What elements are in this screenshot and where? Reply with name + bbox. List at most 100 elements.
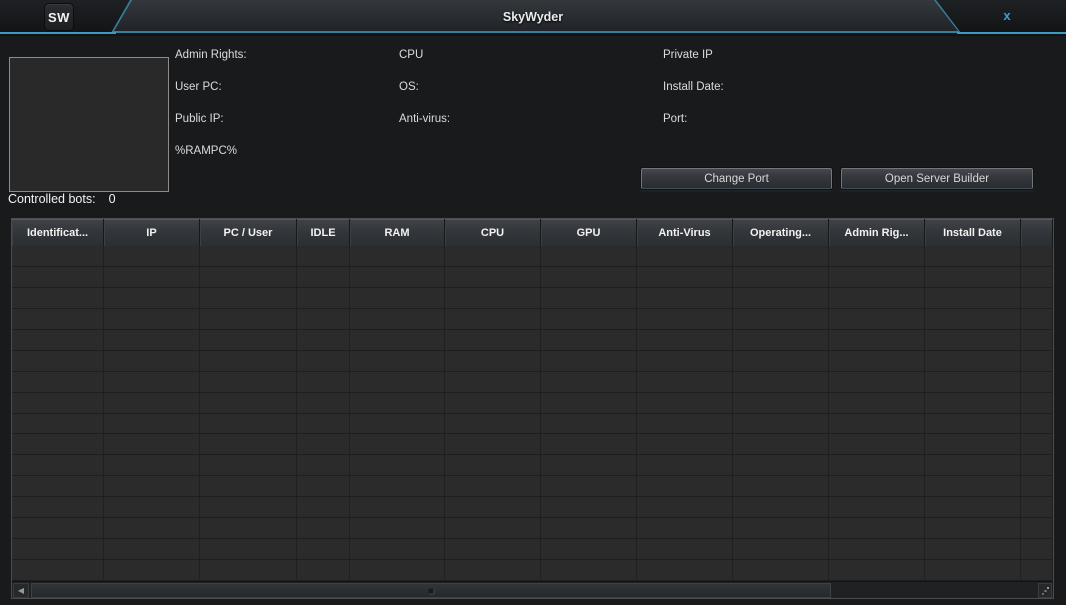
table-cell xyxy=(12,372,104,392)
scroll-thumb[interactable] xyxy=(31,583,831,598)
table-cell xyxy=(104,288,200,308)
header-cell-RAM[interactable]: RAM xyxy=(350,219,445,246)
titlebar[interactable]: SW SkyWyder x xyxy=(0,0,1066,36)
table-cell xyxy=(12,288,104,308)
table-cell xyxy=(1021,539,1053,559)
table-cell xyxy=(445,372,541,392)
table-cell xyxy=(925,330,1021,350)
table-cell xyxy=(541,393,637,413)
table-cell xyxy=(104,560,200,580)
table-cell xyxy=(350,246,445,266)
table-cell xyxy=(104,309,200,329)
table-cell xyxy=(541,330,637,350)
label-admin-rights: Admin Rights: xyxy=(175,49,247,62)
table-cell xyxy=(297,267,350,287)
table-cell xyxy=(733,267,829,287)
table-cell xyxy=(445,434,541,454)
table-cell xyxy=(297,372,350,392)
table-cell xyxy=(12,414,104,434)
header-cell-empty[interactable] xyxy=(1021,219,1053,246)
table-cell xyxy=(925,288,1021,308)
table-cell xyxy=(200,267,297,287)
table-cell xyxy=(829,434,925,454)
table-header: Identificat...IPPC / UserIDLERAMCPUGPUAn… xyxy=(12,219,1053,246)
table-cell xyxy=(350,330,445,350)
header-cell-Admin Rig...[interactable]: Admin Rig... xyxy=(829,219,925,246)
table-cell xyxy=(200,351,297,371)
table-cell xyxy=(445,414,541,434)
table-cell xyxy=(445,455,541,475)
table-cell xyxy=(350,309,445,329)
scroll-resize-grip-icon[interactable] xyxy=(1038,583,1052,598)
horizontal-scrollbar[interactable]: ◀ xyxy=(12,581,1053,598)
header-cell-Install Date[interactable]: Install Date xyxy=(925,219,1021,246)
label-public-ip: Public IP: xyxy=(175,113,224,126)
header-cell-CPU[interactable]: CPU xyxy=(445,219,541,246)
table-cell xyxy=(200,476,297,496)
table-cell xyxy=(733,476,829,496)
table-row xyxy=(12,414,1053,435)
table-row xyxy=(12,330,1053,351)
table-cell xyxy=(200,393,297,413)
header-cell-IDLE[interactable]: IDLE xyxy=(297,219,350,246)
header-cell-Anti-Virus[interactable]: Anti-Virus xyxy=(637,219,733,246)
table-cell xyxy=(733,393,829,413)
table-cell xyxy=(200,309,297,329)
header-cell-PC / User[interactable]: PC / User xyxy=(200,219,297,246)
table-cell xyxy=(12,351,104,371)
table-cell xyxy=(1021,414,1053,434)
table-cell xyxy=(637,267,733,287)
table-cell xyxy=(350,497,445,517)
table-cell xyxy=(297,288,350,308)
scroll-left-button[interactable]: ◀ xyxy=(13,583,29,598)
table-cell xyxy=(829,330,925,350)
header-cell-IP[interactable]: IP xyxy=(104,219,200,246)
table-row xyxy=(12,455,1053,476)
controlled-bots-label: Controlled bots: xyxy=(8,192,96,206)
table-cell xyxy=(200,330,297,350)
screen-preview-box xyxy=(9,57,169,192)
close-button[interactable]: x xyxy=(993,8,1021,28)
table-cell xyxy=(541,288,637,308)
table-cell xyxy=(297,434,350,454)
table-cell xyxy=(297,518,350,538)
table-cell xyxy=(445,476,541,496)
table-row xyxy=(12,351,1053,372)
change-port-button[interactable]: Change Port xyxy=(641,168,832,189)
header-cell-Operating...[interactable]: Operating... xyxy=(733,219,829,246)
table-cell xyxy=(925,455,1021,475)
header-cell-GPU[interactable]: GPU xyxy=(541,219,637,246)
table-cell xyxy=(350,560,445,580)
header-cell-Identificat...[interactable]: Identificat... xyxy=(12,219,104,246)
table-cell xyxy=(829,372,925,392)
label-os: OS: xyxy=(399,81,419,94)
table-cell xyxy=(829,497,925,517)
table-cell xyxy=(104,246,200,266)
table-cell xyxy=(637,330,733,350)
table-cell xyxy=(297,539,350,559)
table-cell xyxy=(541,309,637,329)
table-cell xyxy=(733,434,829,454)
label-port: Port: xyxy=(663,113,687,126)
table-cell xyxy=(1021,330,1053,350)
table-cell xyxy=(350,434,445,454)
label-cpu: CPU xyxy=(399,49,423,62)
table-cell xyxy=(350,539,445,559)
table-cell xyxy=(104,372,200,392)
table-cell xyxy=(541,434,637,454)
table-cell xyxy=(541,518,637,538)
app-window: SW SkyWyder x Controlled bots: 0 Admin R… xyxy=(0,0,1066,605)
table-cell xyxy=(733,414,829,434)
open-server-builder-button[interactable]: Open Server Builder xyxy=(841,168,1033,189)
table-cell xyxy=(541,351,637,371)
bots-table: Identificat...IPPC / UserIDLERAMCPUGPUAn… xyxy=(11,218,1054,599)
table-cell xyxy=(541,476,637,496)
table-cell xyxy=(350,372,445,392)
table-cell xyxy=(350,393,445,413)
table-cell xyxy=(637,476,733,496)
table-cell xyxy=(297,393,350,413)
table-cell xyxy=(1021,267,1053,287)
controlled-bots-count: 0 xyxy=(109,192,116,206)
table-body xyxy=(12,246,1053,581)
table-cell xyxy=(1021,351,1053,371)
